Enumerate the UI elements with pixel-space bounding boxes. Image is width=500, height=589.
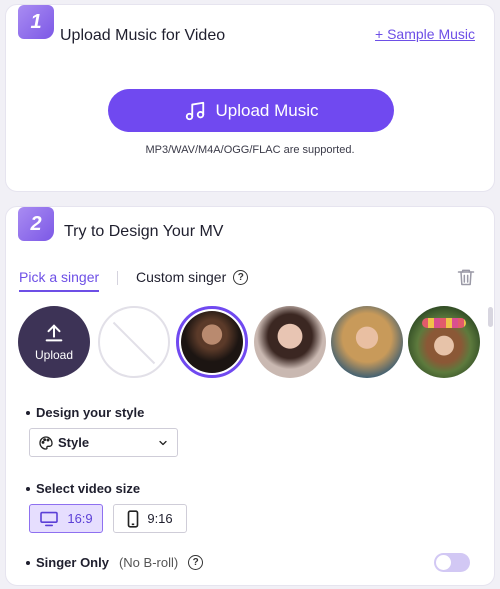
step-2-badge: 2 [18,207,54,241]
help-icon[interactable]: ? [233,269,249,285]
singer-only-toggle[interactable] [434,553,470,572]
bullet-dot [26,410,30,415]
trash-icon[interactable] [456,267,476,287]
upload-arrow-icon [45,324,63,342]
singer-avatar-2[interactable] [254,306,326,378]
supported-formats-text: MP3/WAV/M4A/OGG/FLAC are supported. [145,144,355,156]
tab-pick-a-singer[interactable]: Pick a singer [19,269,100,292]
singer-only-text: Singer Only [36,555,109,570]
bullet-dot [26,560,30,565]
singer-avatar-list: Upload [18,306,488,380]
singer-avatar-1-image [181,311,243,373]
video-size-label: Select video size [26,481,140,496]
help-icon[interactable]: ? [188,555,204,570]
style-select[interactable]: Style [29,428,178,457]
size-16-9-label: 16:9 [67,511,93,526]
tab-divider [117,271,118,285]
bullet-dot [26,486,30,491]
singer-avatar-1[interactable] [176,306,248,378]
singer-only-note: (No B-roll) [118,555,179,570]
size-9-16-label: 9:16 [147,511,173,526]
upload-music-card: 1 Upload Music for Video + Sample Music … [5,4,495,192]
step-1-badge: 1 [18,5,54,39]
singer-avatar-3[interactable] [331,306,403,378]
phone-icon [128,509,139,528]
upload-music-button[interactable]: Upload Music [108,89,394,132]
upload-music-label: Upload Music [215,100,319,120]
size-16-9-button[interactable]: 16:9 [29,504,103,533]
design-mv-card: 2 Try to Design Your MV Pick a singer Cu… [5,206,495,586]
upload-avatar-label: Upload [34,348,74,362]
tab-custom-singer[interactable]: Custom singer ? [136,269,249,285]
video-size-text: Select video size [36,481,141,496]
palette-icon [39,435,53,450]
size-9-16-button[interactable]: 9:16 [113,504,187,533]
chevron-down-icon [159,440,167,445]
singer-only-label: Singer Only (No B-roll) ? [26,555,204,570]
monitor-icon [40,511,59,526]
style-select-value: Style [58,435,90,450]
upload-avatar-button[interactable]: Upload [18,306,90,378]
design-style-label: Design your style [26,405,144,420]
upload-music-title: Upload Music for Video [60,27,226,44]
singer-avatar-4[interactable] [408,306,480,378]
design-mv-title: Try to Design Your MV [64,223,224,240]
scrollbar-thumb[interactable] [488,307,493,327]
music-note-icon [185,101,204,120]
sample-music-link[interactable]: + Sample Music [375,26,475,42]
design-style-text: Design your style [36,405,145,420]
tab-custom-singer-label: Custom singer [136,269,227,285]
no-singer-avatar[interactable] [98,306,170,378]
